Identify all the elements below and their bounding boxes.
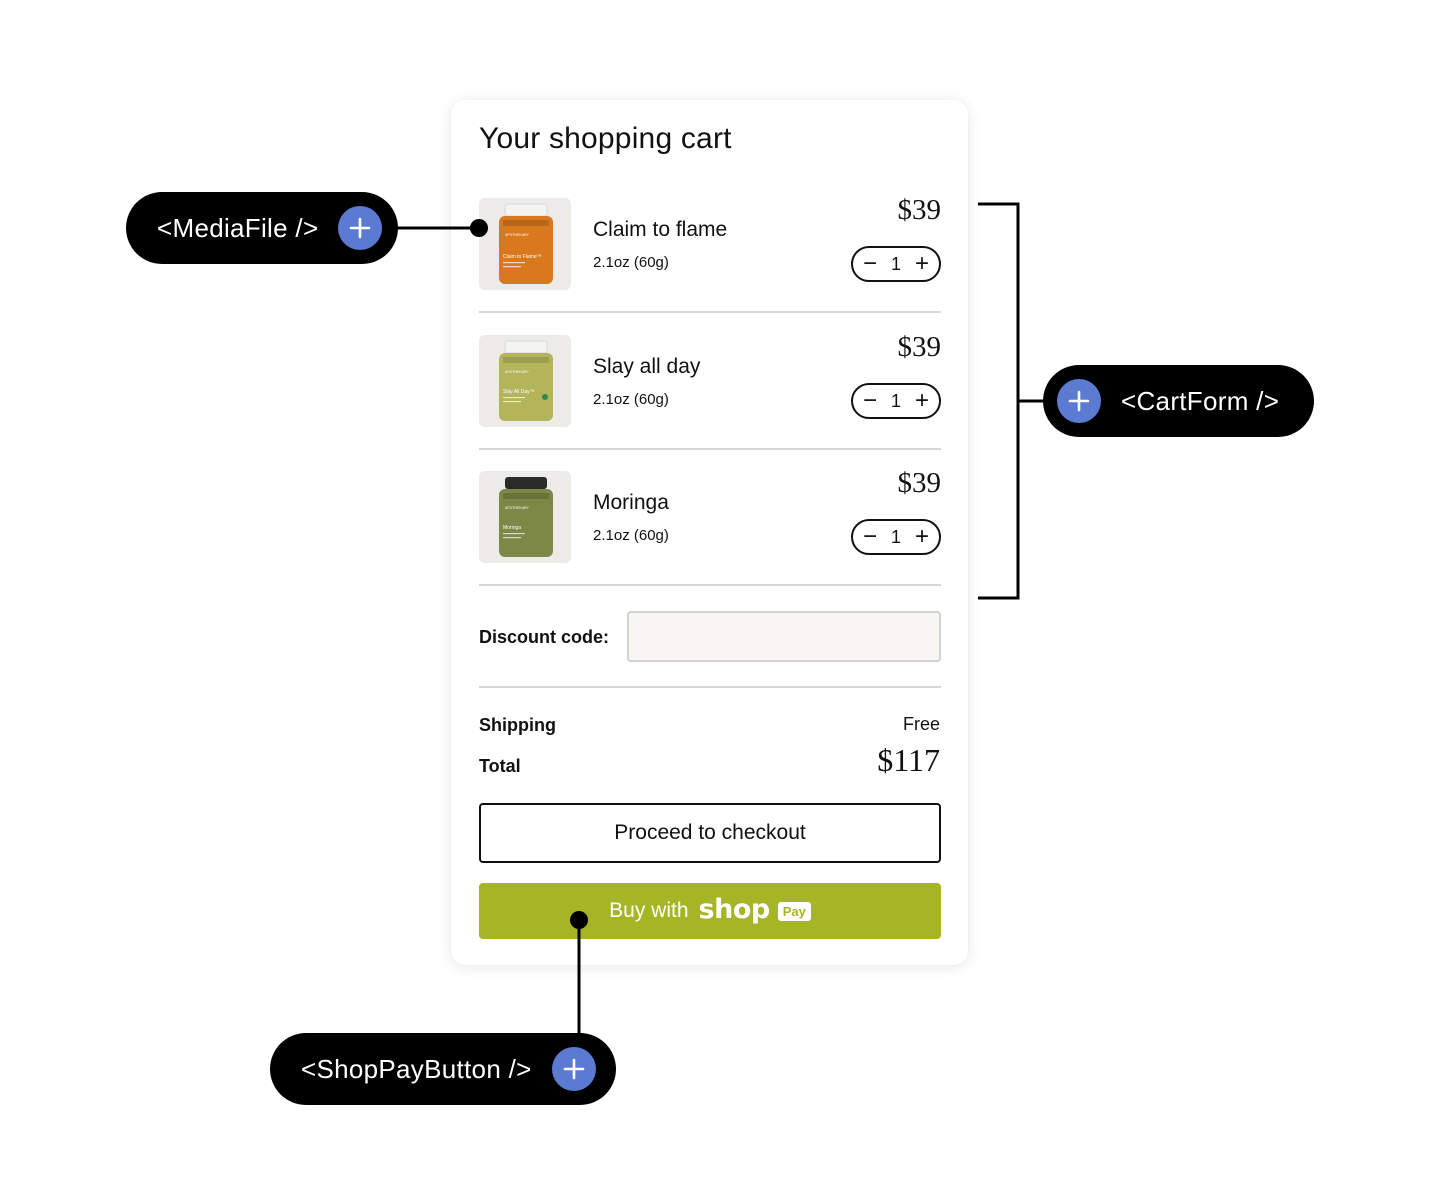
checkout-button[interactable]: Proceed to checkout (479, 803, 941, 863)
media-file-annotation: <MediaFile /> (126, 192, 398, 264)
cart-form-label: <CartForm /> (1121, 385, 1280, 416)
discount-code-input[interactable] (627, 611, 941, 662)
plus-icon[interactable] (1057, 379, 1101, 423)
item-price: $39 (897, 331, 942, 363)
quantity-stepper: − 1 + (851, 519, 941, 555)
shop-pay-button[interactable]: Buy with shop Pay (479, 883, 941, 939)
increase-quantity-button[interactable]: + (912, 389, 932, 413)
item-size: 2.1oz (60g) (593, 527, 669, 544)
plus-icon[interactable] (338, 206, 383, 250)
plus-icon[interactable] (551, 1047, 596, 1091)
jar-image: APOTHEKARY Claim to Flame™ (479, 198, 571, 290)
item-size: 2.1oz (60g) (593, 391, 669, 408)
shipping-value: Free (902, 714, 940, 734)
item-name: Slay all day (593, 355, 701, 378)
divider (479, 448, 941, 450)
jar-body (499, 489, 553, 557)
jar-image: APOTHEKARY Slay All Day™ (479, 335, 571, 427)
total-label: Total (479, 756, 521, 776)
jar-brand: APOTHEKARY (505, 233, 530, 237)
item-size: 2.1oz (60g) (593, 254, 669, 271)
cart-item: APOTHEKARY Claim to Flame™ Claim to flam… (479, 194, 941, 312)
shop-pay-button-label: <ShopPayButton /> (301, 1053, 532, 1084)
total-value: $117 (877, 742, 940, 778)
quantity-stepper: − 1 + (851, 383, 941, 419)
quantity-value: 1 (890, 253, 901, 274)
increase-quantity-button[interactable]: + (912, 252, 932, 276)
cart-form-annotation: <CartForm /> (1043, 365, 1314, 437)
jar-label: Slay All Day™ (503, 389, 535, 395)
jar-label: Claim to Flame™ (503, 254, 542, 260)
jar-image: APOTHEKARY Moringa (479, 471, 571, 563)
increase-quantity-button[interactable]: + (912, 525, 932, 549)
shop-pay-label: Buy with (609, 899, 689, 922)
divider (479, 311, 941, 313)
jar-label: Moringa (503, 525, 521, 531)
cart-title: Your shopping cart (479, 122, 732, 155)
decrease-quantity-button[interactable]: − (860, 252, 880, 276)
cart-item: APOTHEKARY Slay All Day™ Slay all day 2.… (479, 331, 941, 449)
jar-body (499, 353, 553, 421)
jar-brand: APOTHEKARY (505, 370, 530, 374)
item-name: Moringa (593, 491, 669, 514)
discount-label: Discount code: (479, 627, 610, 647)
quantity-value: 1 (890, 526, 901, 547)
jar-body (499, 216, 553, 284)
item-price: $39 (897, 467, 942, 499)
jar-brand: APOTHEKARY (505, 506, 530, 510)
shop-logo: shop (698, 893, 771, 925)
pay-badge: Pay (777, 901, 811, 921)
product-image[interactable]: APOTHEKARY Claim to Flame™ (479, 198, 571, 290)
divider (479, 584, 941, 586)
cart-item: APOTHEKARY Moringa Moringa 2.1oz (60g) $… (479, 467, 941, 585)
product-image[interactable]: APOTHEKARY Slay All Day™ (479, 335, 571, 427)
decrease-quantity-button[interactable]: − (860, 389, 880, 413)
divider (479, 686, 941, 688)
shop-pay-button-annotation: <ShopPayButton /> (270, 1033, 616, 1105)
quantity-stepper: − 1 + (851, 246, 941, 282)
item-price: $39 (897, 194, 942, 226)
media-file-label: <MediaFile /> (157, 212, 319, 243)
item-name: Claim to flame (593, 218, 728, 241)
shipping-label: Shipping (479, 715, 556, 735)
product-image[interactable]: APOTHEKARY Moringa (479, 471, 571, 563)
quantity-value: 1 (890, 390, 901, 411)
decrease-quantity-button[interactable]: − (860, 525, 880, 549)
cart-form-bracket (978, 202, 1020, 600)
